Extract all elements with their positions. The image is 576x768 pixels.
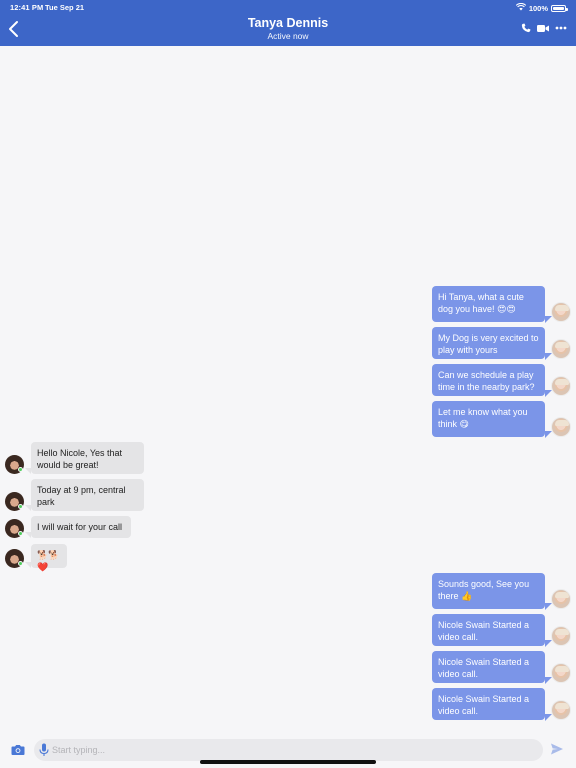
home-indicator (200, 760, 376, 764)
camera-button[interactable] (11, 743, 25, 755)
sender-avatar (551, 302, 571, 322)
message-bubble[interactable]: My Dog is very excited to play with your… (432, 327, 545, 359)
message-bubble[interactable]: I will wait for your call (31, 516, 131, 538)
chat-header: 12:41 PM Tue Sep 21 100% Tanya Dennis Ac… (0, 0, 576, 46)
microphone-button[interactable] (39, 743, 49, 757)
video-call-button[interactable] (537, 24, 549, 33)
microphone-icon (39, 743, 49, 756)
message-bubble[interactable]: Today at 9 pm, central park (31, 479, 144, 511)
bubble-tail (545, 390, 552, 397)
phone-icon (521, 23, 531, 33)
camera-icon (11, 745, 25, 755)
sender-avatar (551, 339, 571, 359)
message-bubble[interactable]: Nicole Swain Started a video call. (432, 688, 545, 720)
sender-avatar (551, 663, 571, 683)
call-button[interactable] (521, 23, 531, 33)
sender-avatar (551, 376, 571, 396)
contact-status: Active now (267, 31, 309, 41)
bubble-tail (545, 640, 552, 647)
status-time: 12:41 PM (10, 3, 44, 12)
online-indicator (18, 504, 23, 509)
battery-percent: 100% (528, 3, 548, 13)
message-bubble[interactable]: Sounds good, See you there 👍 (432, 573, 545, 609)
wifi-icon (515, 2, 527, 13)
video-camera-icon (537, 24, 549, 32)
send-icon (551, 743, 563, 755)
battery-icon (551, 4, 568, 12)
more-button[interactable] (555, 26, 567, 30)
bubble-tail (545, 603, 552, 610)
message-bubble[interactable]: Nicole Swain Started a video call. (432, 651, 545, 683)
bubble-tail (545, 316, 552, 323)
online-indicator (18, 467, 23, 472)
contact-name: Tanya Dennis (247, 16, 329, 30)
more-horizontal-icon (555, 26, 567, 30)
message-input[interactable] (52, 739, 532, 761)
conversation-title-block: Tanya Dennis Active now (0, 16, 576, 42)
status-date: Tue Sep 21 (45, 3, 85, 12)
message-bubble[interactable]: Let me know what you think 😋 (432, 401, 545, 437)
online-indicator (18, 531, 23, 536)
bubble-tail (545, 353, 552, 360)
bubble-tail (545, 714, 552, 721)
send-button[interactable] (550, 742, 564, 756)
message-bubble[interactable]: Hello Nicole, Yes that would be great! (31, 442, 144, 474)
message-input-container (34, 739, 543, 761)
bubble-tail (545, 431, 552, 438)
status-right: 100% (515, 2, 568, 13)
sender-avatar (551, 700, 571, 720)
header-actions (521, 23, 567, 33)
sender-avatar (551, 417, 571, 437)
message-bubble[interactable]: Nicole Swain Started a video call. (432, 614, 545, 646)
sender-avatar (551, 589, 571, 609)
online-indicator (18, 561, 23, 566)
message-bubble[interactable]: Can we schedule a play time in the nearb… (432, 364, 545, 396)
bubble-tail (545, 677, 552, 684)
sender-avatar (551, 626, 571, 646)
message-bubble[interactable]: Hi Tanya, what a cute dog you have! 😍😍 (432, 286, 545, 322)
message-bubble[interactable]: 🐕🐕❤️ (31, 544, 67, 572)
